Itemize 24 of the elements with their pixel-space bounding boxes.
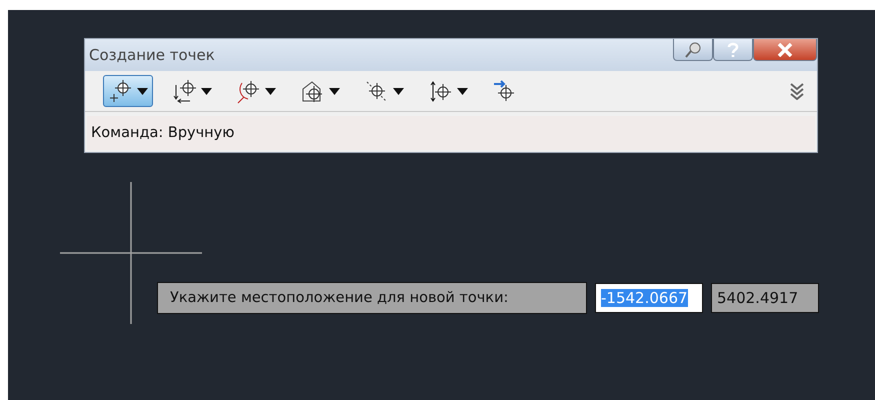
point-surface-icon (300, 78, 325, 104)
point-elevation-icon (428, 78, 453, 104)
caret-icon (393, 88, 404, 94)
x-input-field[interactable]: -1542.0667 (595, 283, 703, 313)
caret-icon (265, 88, 276, 94)
caret-icon (137, 88, 148, 94)
pin-button[interactable] (673, 39, 713, 61)
caret-icon (329, 88, 340, 94)
point-transfer-icon (492, 78, 517, 104)
help-button[interactable] (713, 39, 753, 61)
window-title: Создание точек (89, 46, 215, 64)
tool-button[interactable] (103, 75, 153, 107)
close-button[interactable] (753, 39, 817, 61)
caret-icon (457, 88, 468, 94)
y-input-field[interactable]: 5402.4917 (711, 283, 819, 313)
command-text: Команда: Вручную (91, 125, 234, 141)
close-icon (777, 42, 793, 56)
caret-icon (201, 88, 212, 94)
point-arrows-icon (172, 78, 197, 104)
point-plus-icon (108, 78, 133, 104)
help-icon (727, 42, 739, 58)
chevrons-down-icon (789, 82, 805, 100)
point-intersection-icon (236, 78, 261, 104)
prompt-label: Укажите местоположение для новой точки: (157, 282, 587, 314)
